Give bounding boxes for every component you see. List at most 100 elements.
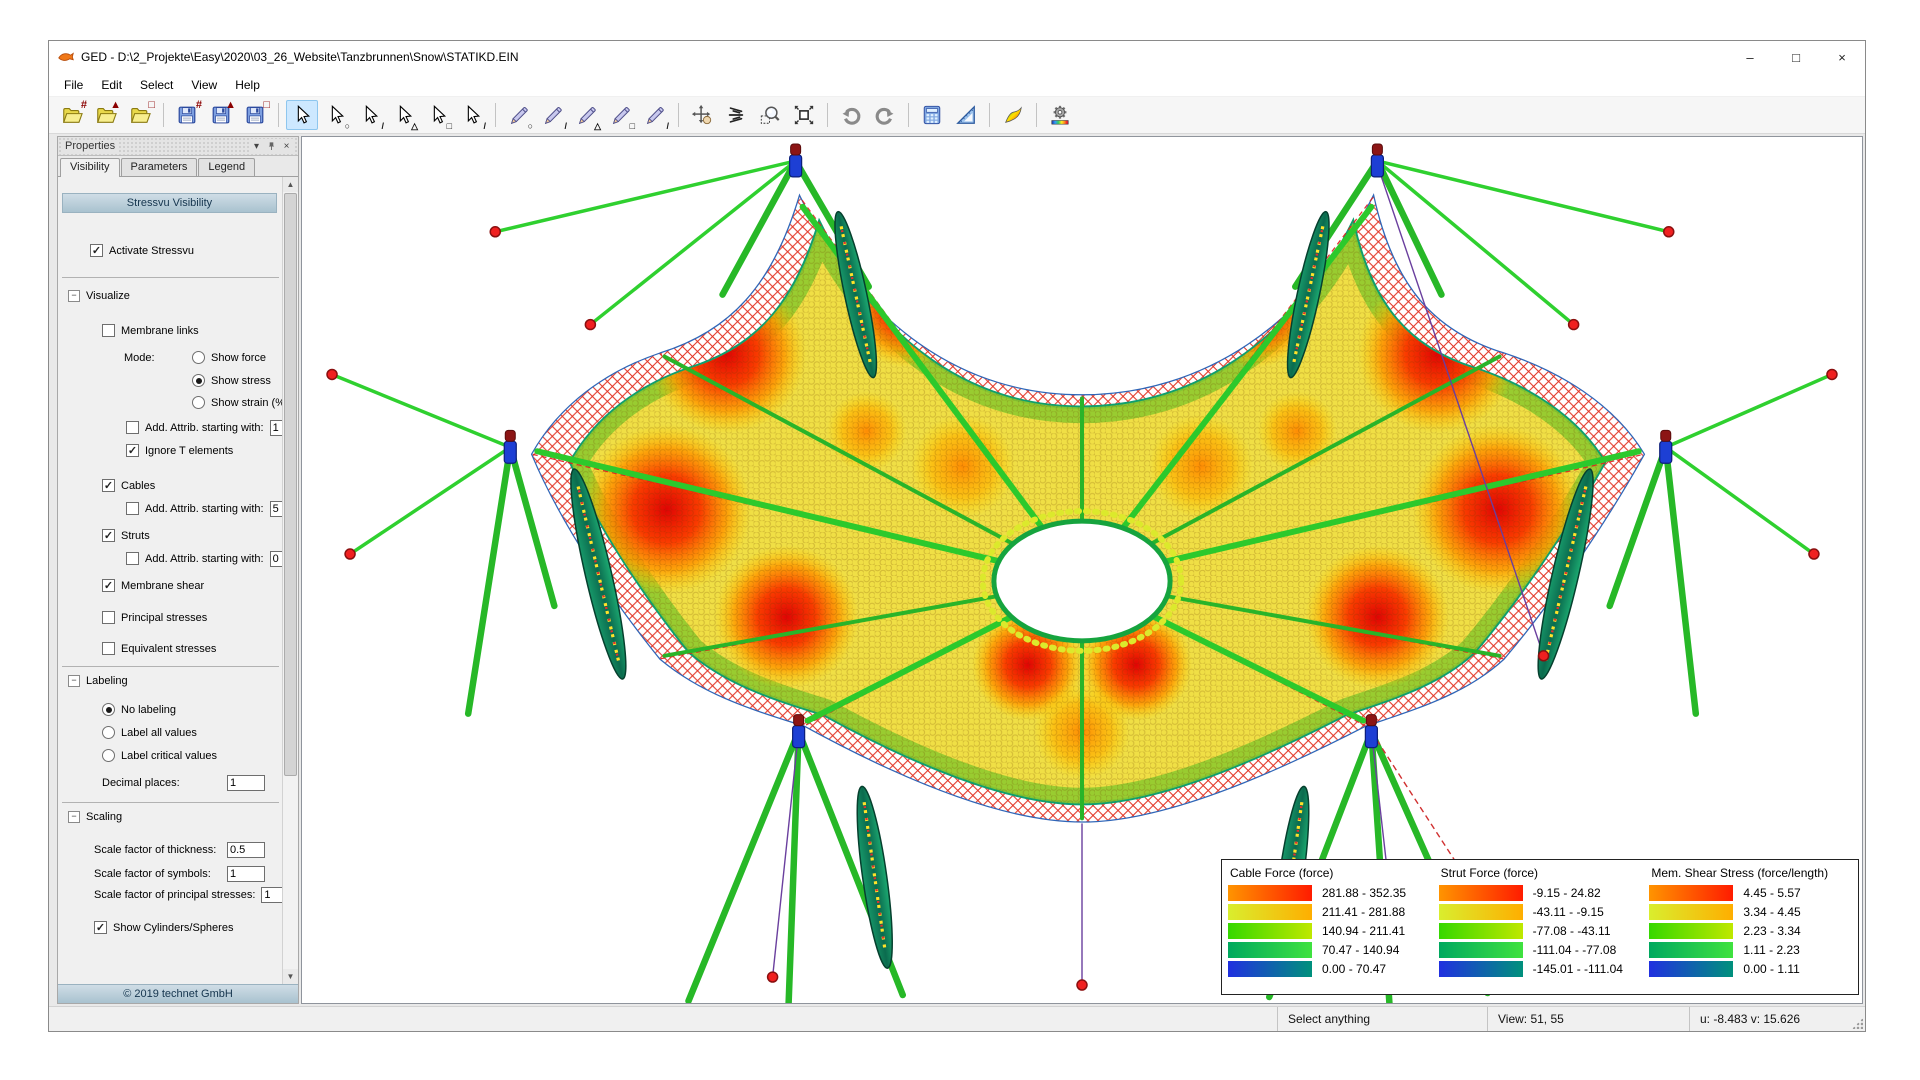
draw-points-tool-button[interactable]: ○ [503, 100, 535, 130]
open-triangle-button[interactable]: ▲ [90, 100, 122, 130]
draw-polyline-tool-button[interactable]: / [639, 100, 671, 130]
minimize-button[interactable]: – [1727, 41, 1773, 73]
menu-file[interactable]: File [55, 75, 92, 95]
collapse-icon[interactable]: − [68, 811, 80, 823]
radio-no-labeling[interactable]: No labeling [102, 702, 283, 717]
open-net-button[interactable]: # [56, 100, 88, 130]
radio-show-force[interactable]: Mode: Show force [124, 350, 283, 365]
redo-button[interactable] [869, 100, 901, 130]
panel-pin-button[interactable] [264, 139, 279, 153]
draw-triangles-tool-button[interactable]: △ [571, 100, 603, 130]
cursor-icon [461, 104, 483, 126]
menu-bar: File Edit Select View Help [49, 73, 1865, 97]
stressvu-settings-button[interactable] [1044, 100, 1076, 130]
select-points-tool-button[interactable]: ○ [320, 100, 352, 130]
radio-circle [192, 396, 205, 409]
status-coordinates: u: -8.483 v: 15.626 [1689, 1007, 1847, 1031]
checkbox-membrane-shear[interactable]: Membrane shear [102, 578, 283, 593]
scale-principal-row: Scale factor of principal stresses: [94, 887, 283, 902]
measure-button[interactable] [950, 100, 982, 130]
select-quads-tool-button[interactable]: □ [422, 100, 454, 130]
checkbox-add-attrib-struts[interactable]: Add. Attrib. starting with: [126, 551, 283, 566]
toolbar-separator [495, 103, 496, 127]
menu-select[interactable]: Select [131, 75, 182, 95]
save-net-button[interactable]: # [171, 100, 203, 130]
group-scaling[interactable]: − Scaling [68, 809, 283, 824]
cursor-icon [291, 104, 313, 126]
legend-swatch [1649, 942, 1733, 958]
panel-scrollbar[interactable]: ▲ ▼ [282, 177, 298, 984]
legend-group-title: Strut Force (force) [1441, 866, 1642, 880]
zoom-window-button[interactable] [754, 100, 786, 130]
save-triangle-button[interactable]: ▲ [205, 100, 237, 130]
scale-thickness-input[interactable] [227, 842, 265, 858]
checkbox-box [102, 479, 115, 492]
select-edges-tool-button[interactable]: / [456, 100, 488, 130]
legend-range: 211.41 - 281.88 [1322, 905, 1405, 919]
menu-help[interactable]: Help [226, 75, 269, 95]
group-visualize[interactable]: − Visualize [68, 288, 283, 303]
radio-show-stress[interactable]: Show stress [192, 373, 283, 388]
checkbox-show-cylinders[interactable]: Show Cylinders/Spheres [94, 920, 283, 935]
undo-button[interactable] [835, 100, 867, 130]
refresh-view-button[interactable] [720, 100, 752, 130]
legend-range: 281.88 - 352.35 [1322, 886, 1406, 900]
checkbox-box [126, 552, 139, 565]
select-triangles-tool-button[interactable]: △ [388, 100, 420, 130]
tool-marker: □ [263, 100, 270, 111]
scroll-up-icon[interactable]: ▲ [283, 177, 298, 192]
checkbox-activate-stressvu[interactable]: Activate Stressvu [90, 243, 283, 258]
group-labeling[interactable]: − Labeling [68, 673, 283, 688]
tab-legend[interactable]: Legend [198, 158, 255, 176]
menu-edit[interactable]: Edit [92, 75, 131, 95]
draw-quads-tool-button[interactable]: □ [605, 100, 637, 130]
statics-view-button[interactable] [997, 100, 1029, 130]
model-canvas[interactable]: Cable Force (force)281.88 - 352.35211.41… [301, 136, 1863, 1004]
pan-view-button[interactable] [686, 100, 718, 130]
window-title: GED - D:\2_Projekte\Easy\2020\03_26_Webs… [81, 50, 519, 64]
checkbox-struts[interactable]: Struts [102, 528, 283, 543]
calculator-button[interactable] [916, 100, 948, 130]
panel-close-button[interactable]: × [279, 139, 294, 153]
checkbox-equivalent-stresses[interactable]: Equivalent stresses [102, 641, 283, 656]
tool-marker: △ [594, 122, 601, 131]
radio-label: Label all values [121, 727, 197, 739]
collapse-icon[interactable]: − [68, 290, 80, 302]
panel-menu-button[interactable]: ▾ [249, 139, 264, 153]
save-quad-button[interactable]: □ [239, 100, 271, 130]
scroll-thumb[interactable] [284, 193, 297, 776]
scale-symbols-input[interactable] [227, 866, 265, 882]
main-area: Properties ▾ × Visibility Parameters Leg… [49, 134, 1865, 1006]
zoom-fit-button[interactable] [788, 100, 820, 130]
folder-icon [61, 104, 83, 126]
checkbox-cables[interactable]: Cables [102, 478, 283, 493]
tab-visibility[interactable]: Visibility [60, 158, 120, 177]
open-quad-button[interactable]: □ [124, 100, 156, 130]
radio-show-strain[interactable]: Show strain (%) [192, 395, 283, 410]
close-button[interactable]: × [1819, 41, 1865, 73]
tab-parameters[interactable]: Parameters [121, 158, 198, 176]
select-tool-button[interactable] [286, 100, 318, 130]
scroll-down-icon[interactable]: ▼ [283, 969, 298, 984]
checkbox-membrane-links[interactable]: Membrane links [102, 323, 283, 338]
radio-label-critical-values[interactable]: Label critical values [102, 748, 283, 763]
legend-entry: 140.94 - 211.41 [1228, 923, 1431, 939]
title-bar[interactable]: GED - D:\2_Projekte\Easy\2020\03_26_Webs… [49, 41, 1865, 73]
resize-grip[interactable] [1847, 1007, 1865, 1031]
collapse-icon[interactable]: − [68, 675, 80, 687]
checkbox-add-attrib-cables[interactable]: Add. Attrib. starting with: [126, 501, 283, 516]
checkbox-principal-stresses[interactable]: Principal stresses [102, 610, 283, 625]
checkbox-add-attrib-membrane[interactable]: Add. Attrib. starting with: [126, 420, 283, 435]
panel-title-bar[interactable]: Properties ▾ × [58, 137, 298, 156]
decimal-places-input[interactable] [227, 775, 265, 791]
floppy-icon [176, 104, 198, 126]
draw-lines-tool-button[interactable]: / [537, 100, 569, 130]
checkbox-ignore-t-elements[interactable]: Ignore T elements [126, 443, 283, 458]
select-lines-tool-button[interactable]: / [354, 100, 386, 130]
mode-label: Mode: [124, 352, 186, 364]
checkbox-label: Principal stresses [121, 612, 207, 624]
maximize-button[interactable]: □ [1773, 41, 1819, 73]
menu-view[interactable]: View [182, 75, 226, 95]
radio-label-all-values[interactable]: Label all values [102, 725, 283, 740]
toolbar-separator [678, 103, 679, 127]
